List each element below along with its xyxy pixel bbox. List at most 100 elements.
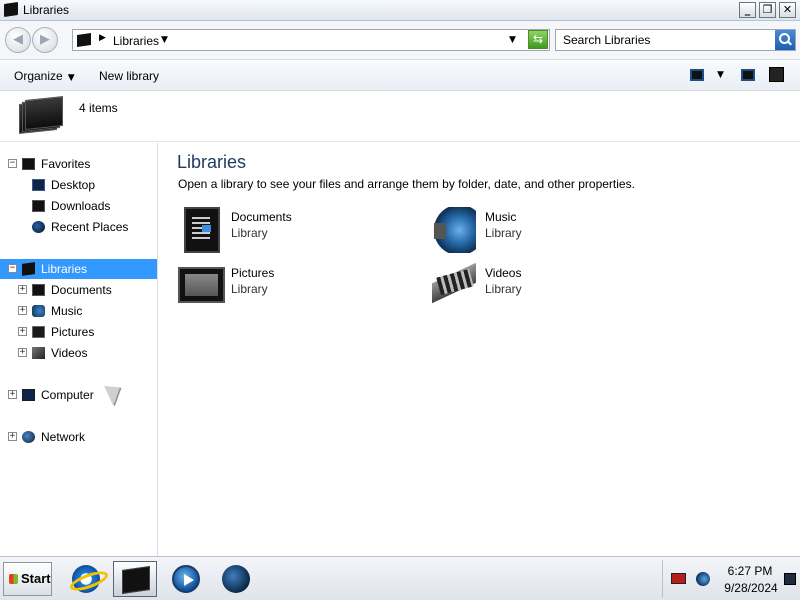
nav-documents[interactable]: + Documents bbox=[0, 280, 158, 300]
address-toolbar: ◀ ▶ ▶ Libraries ▼ ▼ ⇆ bbox=[0, 21, 800, 60]
expand-icon[interactable]: + bbox=[8, 432, 17, 441]
nav-downloads-label: Downloads bbox=[51, 199, 111, 213]
refresh-button[interactable]: ⇆ bbox=[528, 30, 548, 49]
videos-icon bbox=[32, 347, 45, 359]
libraries-icon bbox=[77, 33, 91, 47]
taskbar-internet-explorer[interactable] bbox=[64, 561, 108, 597]
back-button[interactable]: ◀ bbox=[5, 27, 31, 53]
search-box[interactable] bbox=[555, 29, 796, 51]
media-player-icon bbox=[172, 565, 200, 593]
library-type: Library bbox=[231, 226, 268, 240]
navigation-pane: − Favorites Desktop Downloads Recent Pla… bbox=[0, 143, 158, 556]
library-tile-music[interactable]: Music Library bbox=[432, 207, 662, 257]
nav-videos[interactable]: + Videos bbox=[0, 343, 158, 363]
network-icon bbox=[22, 431, 35, 443]
nav-recent-places[interactable]: Recent Places bbox=[0, 217, 158, 237]
libraries-stack-icon bbox=[19, 96, 63, 134]
help-icon[interactable] bbox=[769, 67, 784, 82]
preview-pane-icon[interactable] bbox=[741, 69, 755, 81]
organize-button[interactable]: Organize ▼ bbox=[14, 69, 75, 83]
taskbar-windows-explorer[interactable] bbox=[113, 561, 157, 597]
forward-button[interactable]: ▶ bbox=[32, 27, 58, 53]
library-tile-documents[interactable]: Documents Library bbox=[178, 207, 408, 257]
command-bar: Organize ▼ New library ▼ bbox=[0, 61, 800, 91]
page-title: Libraries bbox=[177, 152, 247, 172]
nav-pictures[interactable]: + Pictures bbox=[0, 322, 158, 342]
internet-explorer-icon bbox=[72, 565, 100, 593]
close-button[interactable]: ✕ bbox=[779, 2, 796, 18]
expand-icon[interactable]: + bbox=[18, 285, 27, 294]
title-bar: Libraries _ ❐ ✕ bbox=[0, 0, 800, 21]
collapse-icon[interactable]: − bbox=[8, 264, 17, 273]
library-name: Pictures bbox=[231, 266, 275, 280]
nav-computer[interactable]: + Computer bbox=[0, 385, 158, 405]
breadcrumb-libraries[interactable]: Libraries bbox=[113, 34, 159, 48]
nav-libraries-label: Libraries bbox=[41, 262, 88, 276]
expand-icon[interactable]: + bbox=[18, 327, 27, 336]
show-desktop-icon[interactable] bbox=[784, 573, 796, 585]
documents-library-icon bbox=[184, 207, 220, 253]
expand-icon[interactable]: + bbox=[8, 390, 17, 399]
address-history-dropdown-icon[interactable]: ▼ bbox=[509, 35, 516, 45]
nav-videos-label: Videos bbox=[51, 346, 88, 360]
pictures-library-icon bbox=[178, 267, 225, 303]
taskbar-globe-app[interactable] bbox=[214, 561, 258, 597]
taskbar: Start 6:27 PM 9/28/2024 bbox=[0, 556, 800, 600]
videos-library-icon bbox=[432, 263, 476, 309]
desktop-icon bbox=[32, 179, 45, 191]
breadcrumb-separator-icon[interactable]: ▶ bbox=[99, 33, 106, 43]
search-input[interactable] bbox=[556, 30, 774, 50]
action-center-flag-icon[interactable] bbox=[671, 573, 686, 584]
library-type: Library bbox=[231, 282, 268, 296]
clock-date[interactable]: 9/28/2024 bbox=[720, 581, 782, 595]
nav-desktop[interactable]: Desktop bbox=[0, 175, 158, 195]
organize-label: Organize bbox=[14, 69, 63, 83]
computer-icon bbox=[22, 389, 35, 401]
libraries-icon bbox=[22, 262, 35, 276]
organize-dropdown-icon: ▼ bbox=[67, 73, 75, 83]
details-header: 4 items bbox=[0, 92, 800, 142]
nav-network-label: Network bbox=[41, 430, 86, 444]
taskbar-media-player[interactable] bbox=[164, 561, 208, 597]
nav-music-label: Music bbox=[51, 304, 83, 318]
view-options-dropdown-icon[interactable]: ▼ bbox=[717, 70, 724, 80]
windows-flag-icon bbox=[9, 574, 18, 584]
music-library-icon bbox=[432, 207, 476, 253]
nav-favorites[interactable]: − Favorites bbox=[0, 154, 158, 174]
system-tray: 6:27 PM 9/28/2024 bbox=[662, 560, 800, 598]
start-label: Start bbox=[21, 571, 51, 586]
nav-network[interactable]: + Network bbox=[0, 427, 158, 447]
clock-time[interactable]: 6:27 PM bbox=[722, 564, 778, 578]
library-tile-pictures[interactable]: Pictures Library bbox=[178, 263, 408, 313]
address-box[interactable]: ▶ Libraries ▼ ▼ bbox=[72, 29, 550, 51]
expand-icon[interactable]: + bbox=[18, 348, 27, 357]
search-icon[interactable] bbox=[775, 30, 795, 50]
change-view-icon[interactable] bbox=[690, 69, 704, 81]
nav-documents-label: Documents bbox=[51, 283, 112, 297]
volume-icon[interactable] bbox=[696, 572, 710, 586]
nav-desktop-label: Desktop bbox=[51, 178, 96, 192]
favorites-star-icon bbox=[22, 158, 35, 170]
maximize-button[interactable]: ❐ bbox=[759, 2, 776, 18]
minimize-button[interactable]: _ bbox=[739, 2, 756, 18]
nav-music[interactable]: + Music bbox=[0, 301, 158, 321]
nav-downloads[interactable]: Downloads bbox=[0, 196, 158, 216]
breadcrumb-dropdown-icon[interactable]: ▼ bbox=[161, 35, 168, 45]
collapse-icon[interactable]: − bbox=[8, 159, 17, 168]
library-type: Library bbox=[485, 226, 522, 240]
windows-explorer-icon bbox=[122, 566, 150, 594]
nav-recent-places-label: Recent Places bbox=[51, 220, 129, 234]
start-button[interactable]: Start bbox=[3, 562, 52, 596]
expand-icon[interactable]: + bbox=[18, 306, 27, 315]
library-name: Videos bbox=[485, 266, 522, 280]
nav-computer-label: Computer bbox=[41, 388, 94, 402]
library-type: Library bbox=[485, 282, 522, 296]
page-subtitle: Open a library to see your files and arr… bbox=[178, 177, 635, 191]
library-tile-videos[interactable]: Videos Library bbox=[432, 263, 662, 313]
downloads-icon bbox=[32, 200, 45, 212]
nav-libraries[interactable]: − Libraries bbox=[0, 259, 157, 279]
new-library-button[interactable]: New library bbox=[99, 69, 159, 83]
nav-pictures-label: Pictures bbox=[51, 325, 95, 339]
library-name: Documents bbox=[231, 210, 292, 224]
window-title: Libraries bbox=[23, 3, 70, 17]
